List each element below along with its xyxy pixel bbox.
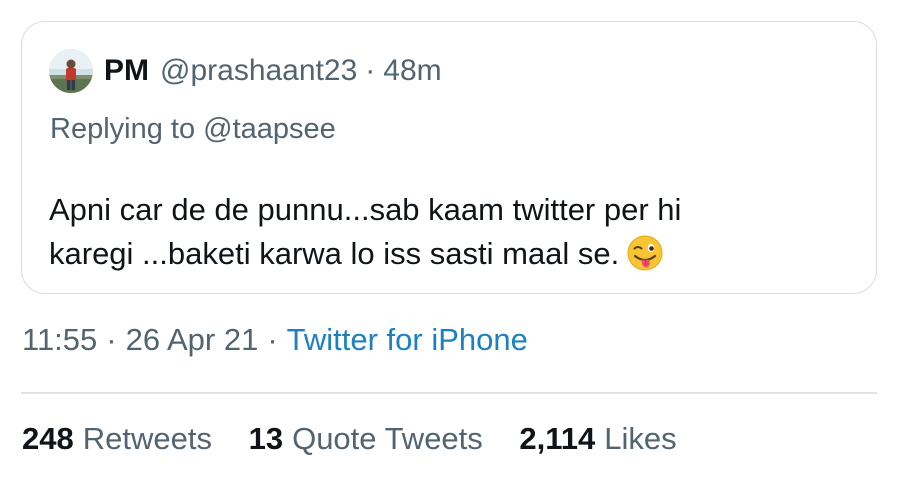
winking-face-with-tongue-icon [627, 235, 663, 271]
engagement-stats: 248 Retweets 13 Quote Tweets 2,114 Likes [22, 421, 705, 457]
display-name[interactable]: PM [104, 54, 149, 88]
likes-count: 2,114 [519, 421, 596, 456]
tweet-text: Apni car de de punnu...sab kaam twitter … [49, 188, 849, 276]
retweets-count: 248 [22, 421, 74, 456]
quote-tweets-count: 13 [248, 421, 284, 456]
divider [21, 392, 877, 394]
timestamp-relative[interactable]: 48m [383, 54, 441, 88]
retweets-label: Retweets [82, 421, 212, 456]
quoted-tweet-header: PM @prashaant23 · 48m [49, 48, 442, 94]
separator-dot: · [106, 322, 117, 357]
tweet-text-line: karegi ...baketi karwa lo iss sasti maal… [49, 232, 849, 276]
quote-tweets-stat[interactable]: 13 Quote Tweets [249, 421, 483, 457]
avatar[interactable] [49, 49, 93, 93]
tweet-time[interactable]: 11:55 [22, 322, 97, 357]
separator-dot: · [365, 54, 376, 87]
likes-stat[interactable]: 2,114 Likes [519, 421, 676, 457]
likes-label: Likes [604, 421, 677, 456]
tweet-date[interactable]: 26 Apr 21 [126, 322, 259, 357]
tweet-text-line-content: karegi ...baketi karwa lo iss sasti maal… [49, 236, 620, 271]
separator-dot: · [267, 322, 278, 357]
quote-tweets-label: Quote Tweets [292, 421, 483, 456]
tweet-metadata: 11:55 · 26 Apr 21 · Twitter for iPhone [22, 322, 528, 358]
retweets-stat[interactable]: 248 Retweets [22, 421, 212, 457]
user-handle[interactable]: @prashaant23 [160, 54, 357, 88]
tweet-text-line: Apni car de de punnu...sab kaam twitter … [49, 192, 682, 227]
quoted-tweet-card[interactable]: PM @prashaant23 · 48m Replying to @taaps… [21, 21, 877, 294]
avatar-image [49, 49, 93, 93]
tweet-source-link[interactable]: Twitter for iPhone [287, 322, 528, 357]
replying-to-label: Replying to @taapsee [50, 113, 336, 145]
